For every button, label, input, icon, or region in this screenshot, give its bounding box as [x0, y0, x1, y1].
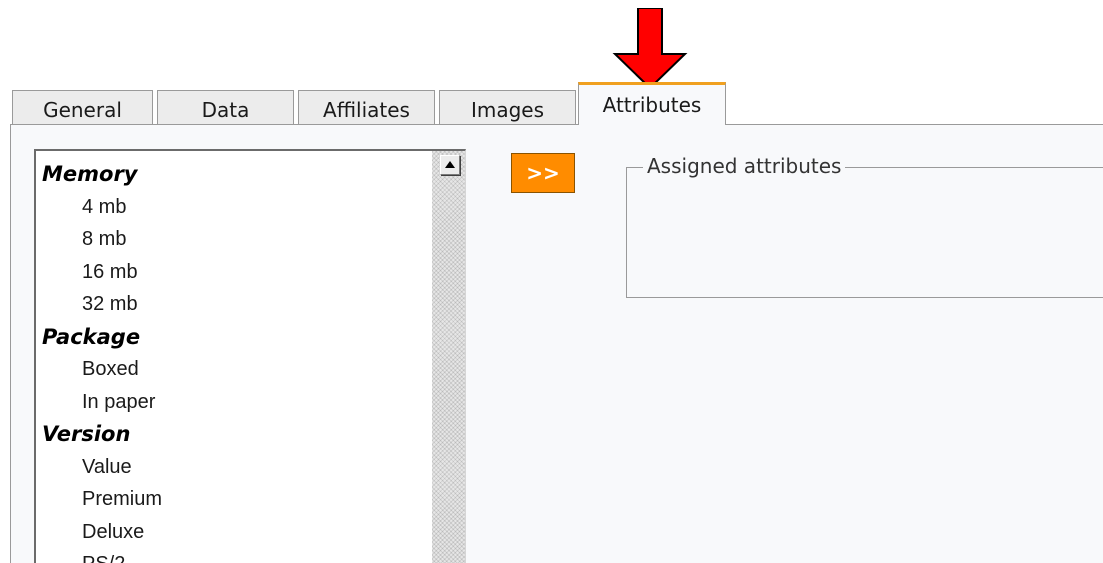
attribute-list: Memory 4 mb 8 mb 16 mb 32 mb Package Box… [36, 159, 432, 563]
group-label-package: Package [42, 324, 141, 349]
down-arrow-icon [612, 8, 688, 90]
option-boxed[interactable]: Boxed [36, 354, 432, 387]
tab-data[interactable]: Data [157, 90, 294, 124]
attributes-editor: General Data Affiliates Images Attribute… [0, 0, 1103, 563]
option-premium[interactable]: Premium [36, 484, 432, 517]
scroll-up-button[interactable] [440, 155, 460, 175]
option-8-mb[interactable]: 8 mb [36, 224, 432, 257]
add-attribute-button[interactable]: >> [511, 153, 575, 193]
triangle-up-icon [445, 161, 455, 168]
assigned-attributes-legend: Assigned attributes [643, 152, 846, 180]
option-ps2[interactable]: PS/2 [36, 549, 432, 563]
tab-images[interactable]: Images [439, 90, 576, 124]
list-scrollbar[interactable] [432, 151, 465, 563]
option-value[interactable]: Value [36, 452, 432, 485]
attribute-listbox[interactable]: Memory 4 mb 8 mb 16 mb 32 mb Package Box… [34, 149, 466, 563]
tab-affiliates[interactable]: Affiliates [298, 90, 435, 124]
tab-attributes[interactable]: Attributes [578, 82, 726, 125]
option-deluxe[interactable]: Deluxe [36, 517, 432, 550]
option-16-mb[interactable]: 16 mb [36, 257, 432, 290]
group-label-version: Version [42, 422, 131, 446]
option-32-mb[interactable]: 32 mb [36, 289, 432, 322]
assigned-attributes-box: Assigned attributes [626, 152, 1103, 298]
group-label-memory: Memory [42, 162, 138, 186]
tab-general[interactable]: General [12, 90, 153, 124]
option-in-paper[interactable]: In paper [36, 387, 432, 420]
option-4-mb[interactable]: 4 mb [36, 192, 432, 225]
